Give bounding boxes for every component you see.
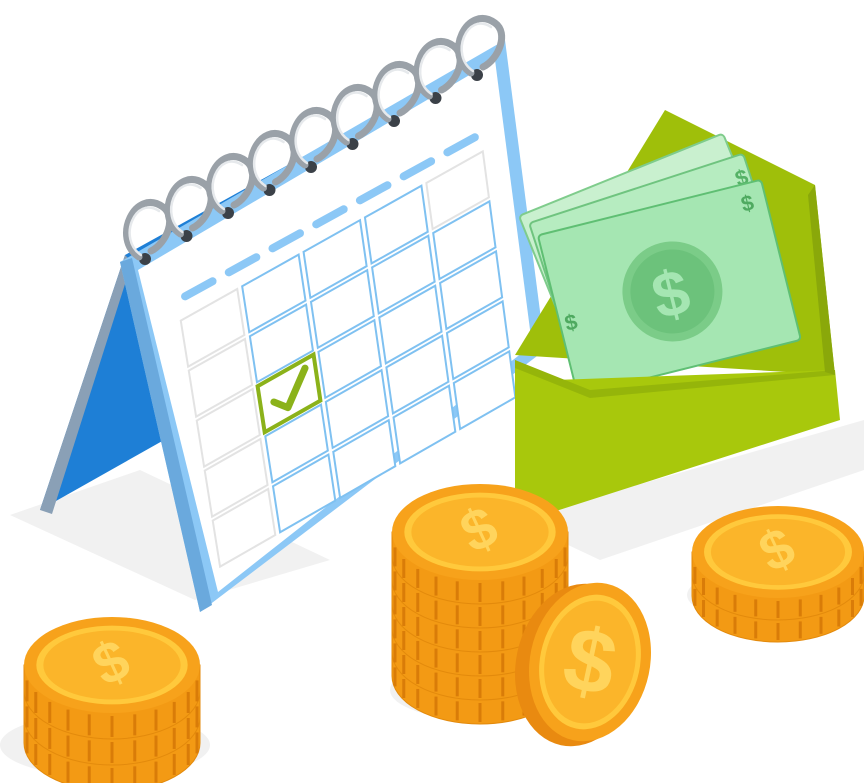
dollar-coin-icon: $ — [392, 484, 568, 580]
dollar-coin-icon: $ — [692, 506, 864, 598]
right-coin-stack: $ — [691, 506, 864, 643]
finance-calendar-illustration: $ $ $ $ $$ $$ — [0, 15, 864, 783]
left-coin-stack: $ — [23, 617, 201, 783]
dollar-coin-icon: $ — [24, 617, 200, 713]
